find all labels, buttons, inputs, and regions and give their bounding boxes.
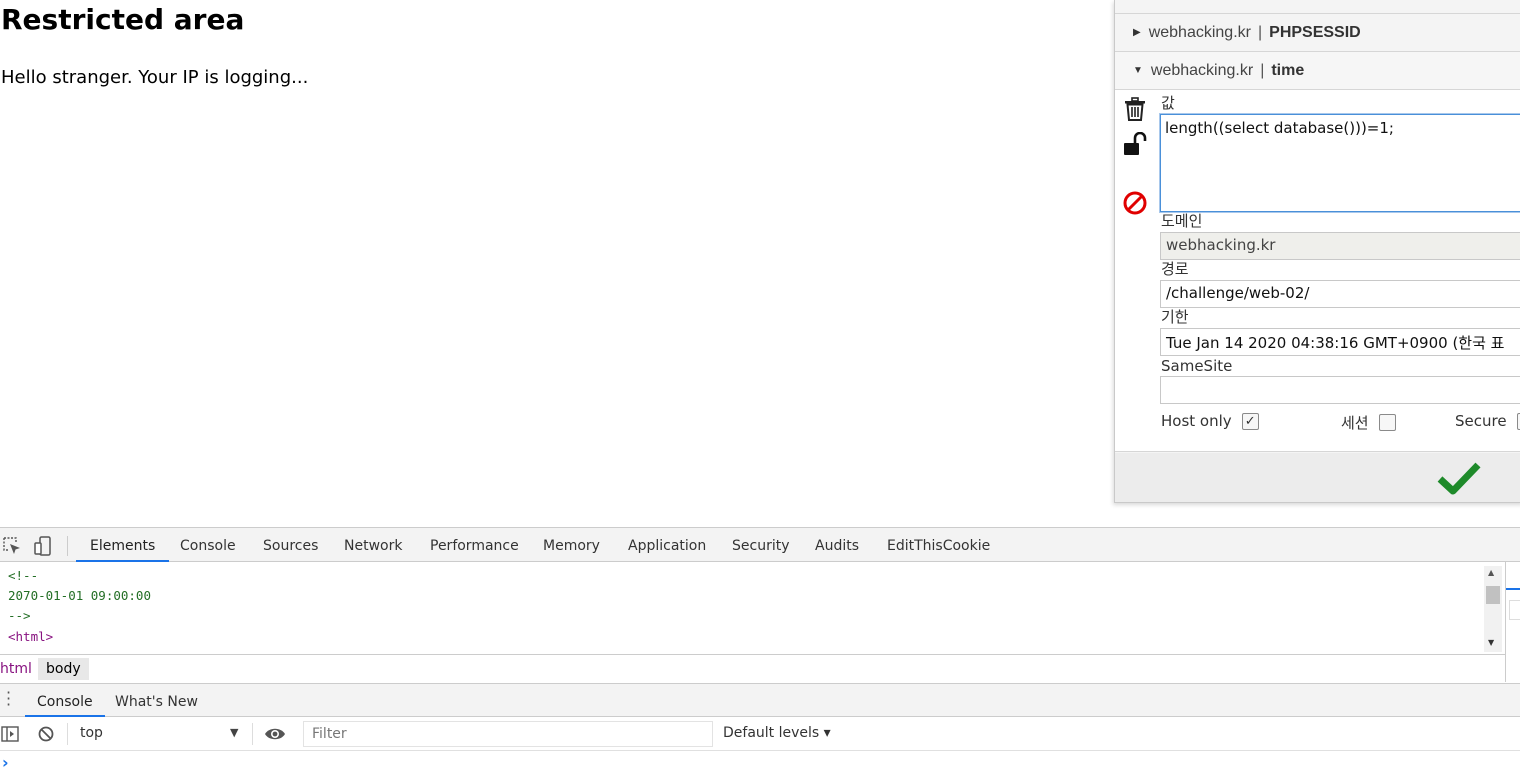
context-selector[interactable]: top ▼ [68, 717, 248, 751]
clear-console-icon[interactable] [37, 725, 55, 743]
breadcrumb-body[interactable]: body [38, 658, 89, 680]
console-filter-input[interactable] [303, 721, 713, 747]
session-checkbox[interactable] [1378, 414, 1396, 431]
value-label: 값 [1161, 94, 1175, 112]
chevron-down-icon: ▼ [230, 726, 239, 739]
checkmark-icon [1437, 462, 1481, 495]
tab-editthiscookie[interactable]: EditThisCookie [887, 528, 990, 562]
tab-elements[interactable]: Elements [76, 528, 170, 562]
session-option: 세션 [1341, 412, 1396, 433]
secure-label: Secure [1455, 412, 1507, 430]
scroll-thumb[interactable] [1486, 586, 1500, 604]
page-title: Restricted area [1, 3, 245, 36]
device-toolbar-icon[interactable] [33, 536, 53, 556]
scroll-down-icon[interactable]: ▼ [1488, 638, 1494, 647]
cookie-name: time [1271, 61, 1305, 79]
expand-arrow-icon: ▶ [1133, 27, 1141, 38]
cookie-item-phpsessid[interactable]: ▶ webhacking.kr | PHPSESSID [1115, 14, 1520, 52]
cookie-path-field[interactable]: /challenge/web-02/ [1160, 280, 1520, 308]
block-icon[interactable] [1122, 190, 1148, 216]
cookie-item-time[interactable]: ▼ webhacking.kr | time [1115, 52, 1520, 90]
styles-pane [1505, 562, 1520, 682]
cookie-url-strip [1115, 0, 1520, 14]
page-message: Hello stranger. Your IP is logging... [1, 67, 309, 88]
eye-icon[interactable] [264, 726, 286, 742]
dom-line[interactable]: <html> [8, 627, 53, 647]
cookie-separator: | [1257, 23, 1263, 41]
log-levels-dropdown[interactable]: Default levels ▾ [723, 725, 831, 741]
unlock-icon[interactable] [1122, 132, 1148, 158]
cookie-detail-form: 값 length((select database()))=1; 도메인 web… [1115, 90, 1520, 452]
cookie-expiry-field[interactable]: Tue Jan 14 2020 04:38:16 GMT+0900 (한국 표 [1160, 328, 1520, 356]
dom-line[interactable]: <!-- [8, 566, 38, 586]
dom-line[interactable]: --> [8, 606, 31, 626]
cookie-domain: webhacking.kr [1150, 61, 1254, 79]
scroll-up-icon[interactable]: ▲ [1488, 568, 1494, 577]
tab-security[interactable]: Security [732, 528, 790, 562]
secure-checkbox[interactable] [1516, 412, 1520, 430]
tab-application[interactable]: Application [628, 528, 706, 562]
cookie-footer [1115, 453, 1520, 502]
cookie-samesite-field[interactable] [1160, 376, 1520, 404]
expiry-label: 기한 [1161, 308, 1189, 326]
devtools-panel: Elements Console Sources Network Perform… [0, 527, 1520, 772]
host-only-label: Host only [1161, 412, 1232, 430]
domain-label: 도메인 [1161, 212, 1203, 230]
collapse-arrow-icon: ▼ [1133, 65, 1143, 76]
tab-network[interactable]: Network [344, 528, 402, 562]
toolbar-divider [252, 723, 253, 745]
session-label: 세션 [1341, 414, 1369, 432]
secure-option: Secure [1455, 412, 1520, 430]
tab-audits[interactable]: Audits [815, 528, 859, 562]
drawer-tab-console[interactable]: Console [25, 684, 105, 717]
context-selector-value: top [80, 725, 103, 741]
breadcrumb: html body [0, 654, 1505, 682]
tab-sources[interactable]: Sources [263, 528, 318, 562]
dom-scrollbar[interactable]: ▲ ▼ [1484, 566, 1502, 652]
console-prompt[interactable]: › [2, 753, 9, 772]
drawer-tab-whats-new[interactable]: What's New [115, 684, 198, 718]
cookie-domain: webhacking.kr [1148, 23, 1251, 41]
breadcrumb-html[interactable]: html [0, 655, 32, 683]
trash-icon[interactable] [1122, 96, 1148, 122]
host-only-option: Host only ✓ [1161, 412, 1259, 430]
cookie-separator: | [1260, 61, 1265, 79]
host-only-checkbox[interactable]: ✓ [1241, 412, 1259, 430]
dom-line[interactable]: 2070-01-01 09:00:00 [8, 586, 151, 606]
toolbar-divider [67, 536, 68, 556]
drawer-tabbar: · · · Console What's New [0, 683, 1520, 717]
styles-filter-field[interactable] [1509, 600, 1520, 620]
save-checkmark-button[interactable] [1437, 461, 1481, 497]
cookie-value-field[interactable]: length((select database()))=1; [1159, 113, 1520, 213]
cookie-name: PHPSESSID [1269, 23, 1361, 41]
path-label: 경로 [1161, 260, 1189, 278]
inspect-element-icon[interactable] [2, 536, 22, 556]
console-toolbar: top ▼ Default levels ▾ [0, 717, 1520, 751]
styles-tab-indicator [1506, 588, 1520, 590]
sidebar-toggle-icon[interactable] [1, 725, 19, 743]
cookie-editor-popup: ▶ webhacking.kr | PHPSESSID ▼ webhacking… [1114, 0, 1520, 503]
more-menu-icon[interactable]: · · · [6, 685, 11, 713]
tab-memory[interactable]: Memory [543, 528, 600, 562]
devtools-tabbar: Elements Console Sources Network Perform… [0, 528, 1520, 562]
tab-console[interactable]: Console [180, 528, 236, 562]
dom-tree: <!-- 2070-01-01 09:00:00 --> <html> [0, 562, 1505, 654]
samesite-label: SameSite [1161, 357, 1233, 375]
cookie-domain-field[interactable]: webhacking.kr [1160, 232, 1520, 260]
tab-performance[interactable]: Performance [430, 528, 519, 562]
